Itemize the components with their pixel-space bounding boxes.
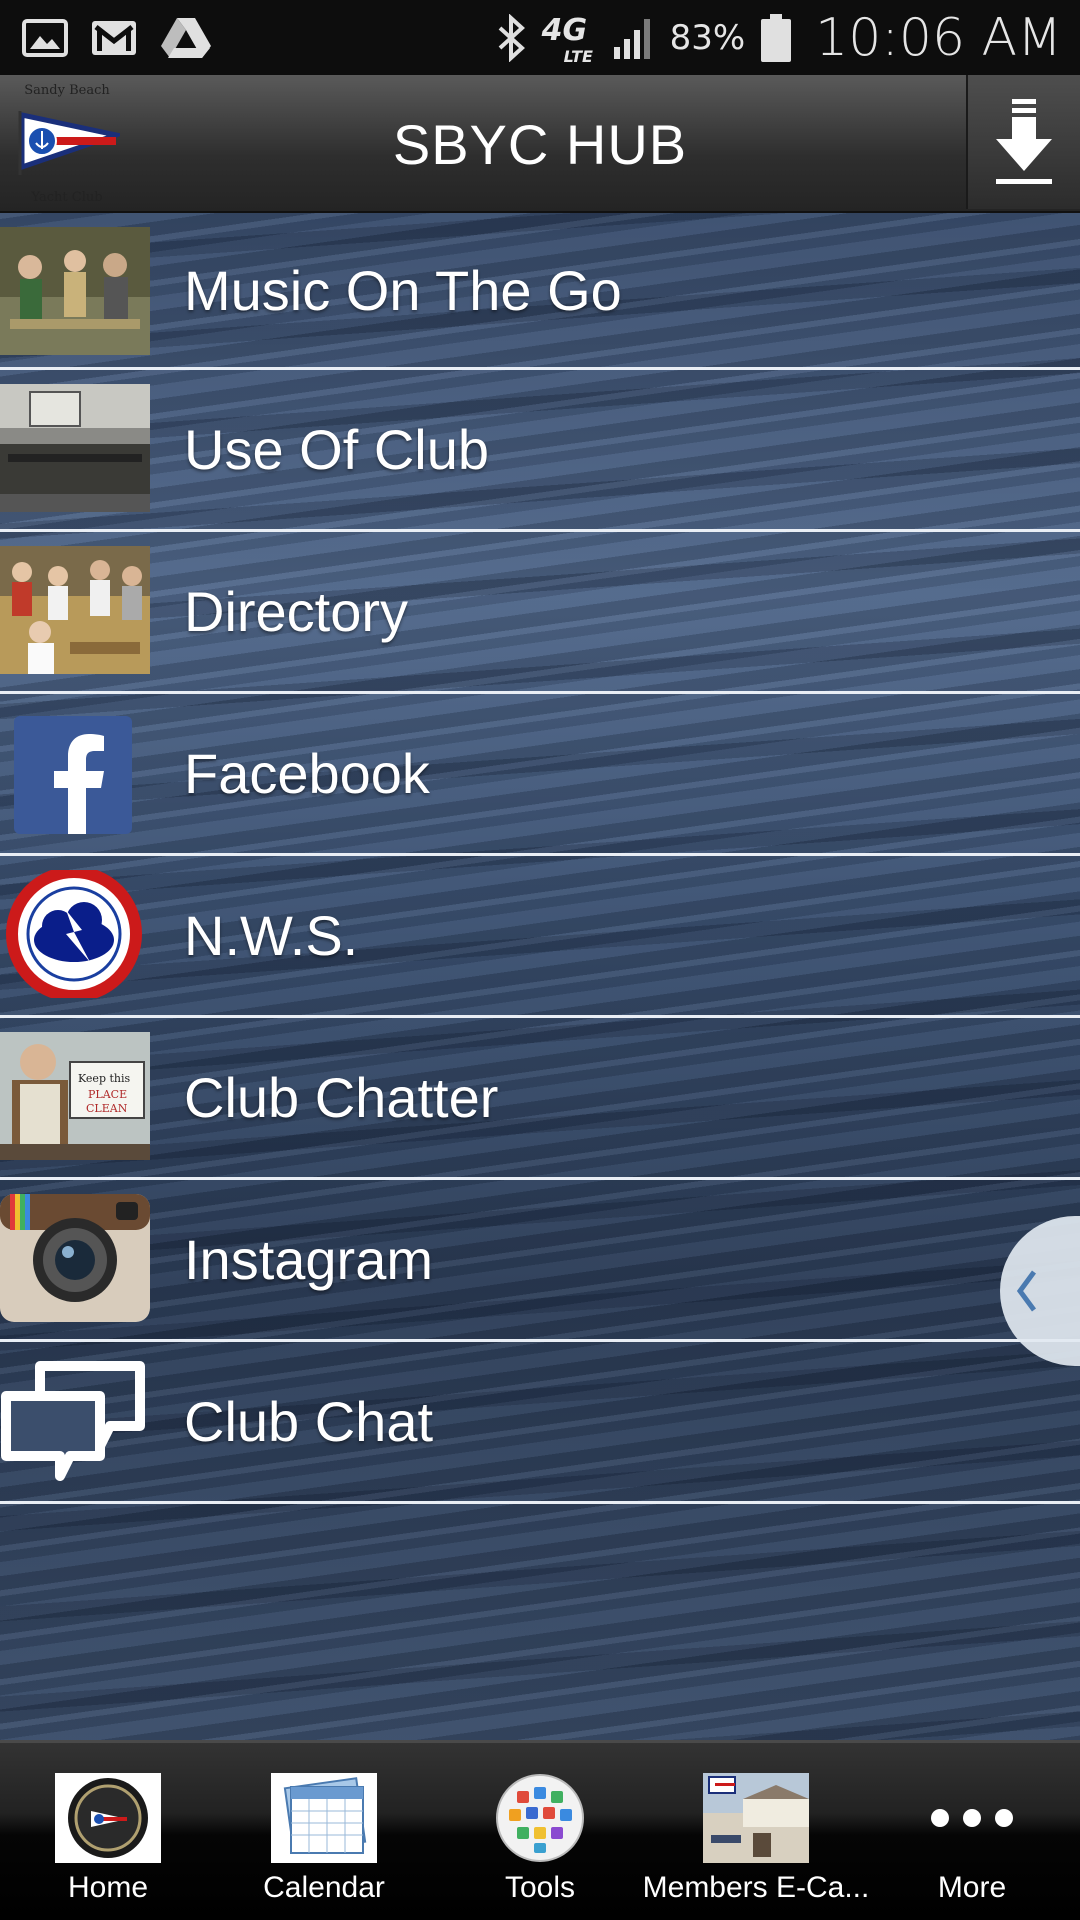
4g-lte-icon: 4G LTE	[541, 12, 598, 66]
svg-text:CLEAN: CLEAN	[86, 1102, 128, 1115]
nav-item-calendar[interactable]: Calendar	[216, 1743, 432, 1920]
nav-item-more[interactable]: More	[864, 1743, 1080, 1920]
members-clubhouse-thumb	[703, 1773, 809, 1863]
chat-bubbles-icon	[0, 1356, 150, 1484]
menu-item-instagram[interactable]: Instagram	[0, 1180, 1080, 1342]
menu-item-label: N.W.S.	[184, 904, 359, 967]
nav-label: Tools	[504, 1871, 576, 1904]
svg-text:PLACE: PLACE	[88, 1088, 127, 1101]
menu-item-label: Club Chatter	[184, 1066, 499, 1129]
nav-item-tools[interactable]: Tools	[432, 1743, 648, 1920]
bottom-nav: Home Calendar Tools Members E-Ca... More	[0, 1740, 1080, 1920]
signal-icon	[612, 15, 656, 61]
club-seal-icon	[55, 1773, 161, 1863]
nav-label: Calendar	[263, 1871, 385, 1904]
club-chatter-thumb: Keep this PLACE CLEAN	[0, 1032, 150, 1160]
nav-item-members-ecard[interactable]: Members E-Ca...	[643, 1743, 869, 1920]
gallery-icon	[22, 18, 68, 58]
menu-item-directory[interactable]: Directory	[0, 532, 1080, 694]
network-type-label: 4G	[541, 12, 588, 48]
tools-globe-icon	[487, 1773, 593, 1863]
more-dots-icon	[919, 1773, 1025, 1863]
status-bar-left	[22, 0, 212, 75]
menu-item-club-chatter[interactable]: Keep this PLACE CLEAN Club Chatter	[0, 1018, 1080, 1180]
battery-percent: 83%	[669, 17, 746, 58]
download-icon	[996, 99, 1052, 184]
menu-item-label: Directory	[184, 580, 409, 643]
battery-icon	[759, 12, 793, 64]
nav-label: Members E-Ca...	[642, 1871, 870, 1904]
menu-item-nws[interactable]: N.W.S.	[0, 856, 1080, 1018]
download-button[interactable]	[966, 75, 1080, 209]
status-bar: 4G LTE 83% 10:06 AM	[0, 0, 1080, 75]
menu-item-use-of-club[interactable]: Use Of Club	[0, 370, 1080, 532]
menu-item-label: Facebook	[184, 742, 430, 805]
menu-item-club-chat[interactable]: Club Chat	[0, 1342, 1080, 1504]
music-photo-thumb	[0, 227, 150, 355]
app-bar: Sandy Beach Yacht Club SBYC HUB	[0, 75, 1080, 213]
status-bar-right: 4G LTE 83% 10:06 AM	[494, 0, 1062, 75]
gmail-icon	[90, 19, 138, 57]
club-interior-thumb	[0, 384, 150, 512]
menu-item-label: Instagram	[184, 1228, 433, 1291]
instagram-icon	[0, 1194, 150, 1322]
menu-item-label: Music On The Go	[184, 258, 622, 322]
menu-item-facebook[interactable]: Facebook	[0, 694, 1080, 856]
menu-item-label: Use Of Club	[184, 418, 489, 481]
nav-label: More	[937, 1871, 1007, 1904]
clock: 10:06 AM	[815, 7, 1062, 68]
chevron-left-icon	[1016, 1270, 1037, 1312]
people-photo-thumb	[0, 546, 150, 674]
menu-list: Music On The Go Use Of Club Directory Fa…	[0, 213, 1080, 1504]
bluetooth-icon	[494, 13, 528, 62]
calendar-icon	[271, 1773, 377, 1863]
svg-text:Keep this: Keep this	[78, 1072, 131, 1085]
menu-item-music-on-the-go[interactable]: Music On The Go	[0, 213, 1080, 370]
app-title: SBYC HUB	[392, 112, 688, 176]
menu-content: Music On The Go Use Of Club Directory Fa…	[0, 213, 1080, 1740]
nws-logo-icon	[0, 870, 150, 998]
menu-item-label: Club Chat	[184, 1390, 434, 1453]
network-sub-label: LTE	[563, 46, 593, 66]
drive-icon	[160, 16, 212, 60]
nav-item-home[interactable]: Home	[0, 1743, 216, 1920]
facebook-icon	[0, 708, 150, 836]
nav-label: Home	[67, 1871, 149, 1904]
